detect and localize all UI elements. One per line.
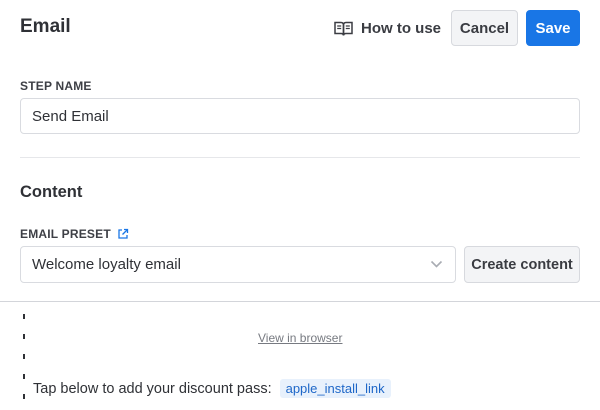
- section-divider: [20, 157, 580, 158]
- content-section-title: Content: [20, 183, 83, 201]
- preview-dash-mark: [23, 394, 25, 399]
- cancel-button[interactable]: Cancel: [451, 10, 518, 46]
- step-name-value: Send Email: [32, 107, 109, 125]
- email-preset-select[interactable]: Welcome loyalty email: [20, 246, 456, 283]
- how-to-use-label: How to use: [361, 19, 442, 37]
- external-link-icon[interactable]: [117, 228, 129, 240]
- preview-dash-mark: [23, 354, 25, 359]
- preview-dash-mark: [23, 334, 25, 339]
- step-name-input[interactable]: Send Email: [20, 98, 580, 134]
- email-preset-value: Welcome loyalty email: [32, 256, 181, 273]
- merge-tag: apple_install_link: [279, 379, 391, 398]
- preview-top-border: [0, 301, 600, 302]
- preview-dash-mark: [23, 314, 25, 319]
- preview-body-text: Tap below to add your discount pass:: [33, 380, 272, 397]
- editor-header: Email How to use Cancel Save: [0, 0, 600, 56]
- email-preset-label-row: EMAIL PRESET: [20, 227, 129, 241]
- preview-body-line: Tap below to add your discount pass: app…: [33, 379, 391, 398]
- book-open-icon: [334, 20, 353, 37]
- page-title: Email: [20, 16, 71, 37]
- save-button[interactable]: Save: [526, 10, 580, 46]
- email-preset-label: EMAIL PRESET: [20, 227, 111, 241]
- preview-dash-mark: [23, 374, 25, 379]
- view-in-browser-link[interactable]: View in browser: [258, 331, 342, 345]
- how-to-use-link[interactable]: How to use: [334, 17, 441, 39]
- step-name-label: STEP NAME: [20, 79, 92, 93]
- create-content-button[interactable]: Create content: [464, 246, 580, 283]
